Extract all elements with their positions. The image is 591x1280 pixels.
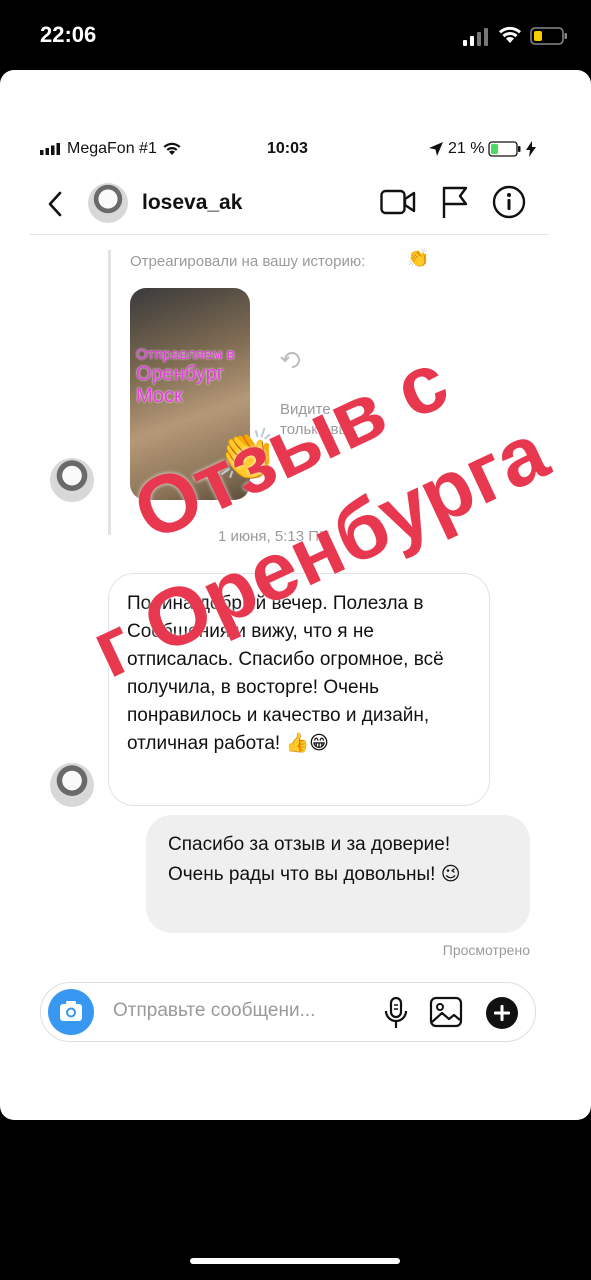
avatar[interactable]: [50, 763, 94, 807]
wifi-icon: [499, 26, 521, 43]
device-time: 22:06: [40, 22, 97, 47]
device-status-bar: 22:06: [0, 0, 591, 70]
reaction-label: Отреагировали на вашу историю:: [130, 253, 366, 270]
avatar[interactable]: [50, 458, 94, 502]
carrier-name: MegaFon #1: [67, 140, 157, 157]
battery-icon: [488, 141, 521, 157]
battery-icon: [530, 27, 567, 45]
story-caption: Отправляем в Оренбург Моск: [136, 346, 246, 407]
carrier-group: MegaFon #1: [40, 140, 182, 158]
chat-header: loseva_ak: [30, 175, 548, 235]
avatar[interactable]: [88, 183, 128, 223]
charging-bolt-icon: [526, 141, 537, 157]
home-indicator[interactable]: [190, 1258, 400, 1264]
back-icon[interactable]: [44, 189, 66, 219]
seen-status: Просмотрено: [442, 942, 530, 958]
mic-icon[interactable]: [383, 996, 409, 1030]
clap-emoji: 👏: [407, 248, 430, 268]
visibility-note-line: только вы: [280, 421, 350, 438]
clap-emoji-large: 👏: [216, 427, 279, 483]
signal-icon: [463, 28, 488, 46]
location-arrow-icon: [429, 142, 443, 156]
inner-time: 10:03: [267, 140, 308, 157]
chat-username[interactable]: loseva_ak: [142, 191, 242, 215]
incoming-message[interactable]: Полина добрый вечер. Полезла в Сообщения…: [108, 573, 490, 806]
camera-button[interactable]: [48, 989, 94, 1035]
outgoing-message[interactable]: Спасибо за отзыв и за доверие! Очень рад…: [146, 815, 530, 933]
visibility-note: Видите только вы: [280, 400, 349, 440]
message-composer: [40, 982, 536, 1042]
visibility-note-line: Видите: [280, 401, 331, 418]
story-card: MegaFon #1 10:03 21 % loseva_ak Отреагир…: [0, 70, 591, 1120]
signal-icon: [40, 143, 60, 155]
plus-icon[interactable]: [485, 996, 519, 1030]
wifi-icon: [163, 142, 181, 155]
camera-icon: [60, 1001, 82, 1021]
video-call-icon[interactable]: [380, 187, 416, 217]
story-caption-line: Оренбург: [136, 363, 225, 385]
info-icon[interactable]: [492, 185, 526, 219]
flag-icon[interactable]: [440, 185, 470, 219]
refresh-icon: [280, 352, 300, 368]
message-input[interactable]: [113, 1000, 373, 1022]
chat-screenshot: MegaFon #1 10:03 21 % loseva_ak Отреагир…: [30, 130, 548, 1120]
story-caption-line: Моск: [136, 385, 183, 407]
reply-line: [108, 250, 111, 535]
story-caption-line: Отправляем в: [136, 346, 235, 363]
gallery-icon[interactable]: [429, 996, 463, 1028]
message-timestamp: 1 июня, 5:13 ПП: [218, 528, 330, 545]
inner-status-bar: MegaFon #1 10:03 21 %: [30, 130, 548, 170]
battery-percent: 21 %: [448, 140, 485, 157]
inner-status-right: 21 %: [428, 140, 537, 158]
